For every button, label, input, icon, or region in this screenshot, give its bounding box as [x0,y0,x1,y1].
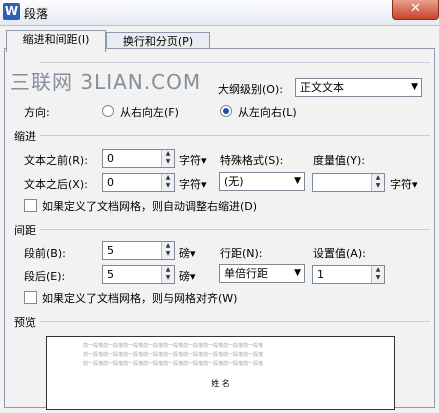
indent-section-title: 缩进 [14,130,36,143]
setting-value-input[interactable]: 1 ▲ ▼ [312,265,385,284]
spin-arrows-icon[interactable]: ▲ ▼ [161,242,174,259]
spacing-section-line [40,229,430,230]
space-after-input[interactable]: 5 ▲ ▼ [102,265,175,284]
general-section-line [40,62,430,63]
indent-after-value: 0 [107,176,114,189]
indent-after-unit[interactable]: 字符▾ [179,176,207,192]
title-bar: W 段落 ✕ [0,0,439,26]
preview-section-line [40,321,430,322]
indent-before-unit[interactable]: 字符▾ [179,152,207,168]
special-format-value: (无) [224,175,244,188]
setting-value: 1 [317,268,324,281]
line-spacing-select[interactable]: 单倍行距 ▼ [219,264,305,283]
ltr-radio-label: 从左向右(L) [238,106,297,119]
indent-after-label: 文本之后(X): [24,178,88,191]
space-before-input[interactable]: 5 ▲ ▼ [102,241,175,260]
space-after-value: 5 [107,268,114,281]
rtl-radio-label: 从右向左(F) [120,106,179,119]
window-title: 段落 [24,7,49,21]
space-after-label: 段后(E): [24,270,66,283]
setting-value-label: 设置值(A): [313,247,366,260]
spacing-section-title: 间距 [14,224,36,237]
outline-level-select[interactable]: 正文文本 ▼ [295,78,422,97]
watermark-text: 三联网 3LIAN.COM [10,70,202,94]
measure-unit[interactable]: 字符▾ [390,176,418,192]
indent-section-line [40,135,430,136]
rtl-radio[interactable] [102,105,114,117]
spin-arrows-icon[interactable]: ▲ ▼ [161,174,174,191]
outline-level-label: 大纲级别(O): [218,83,283,96]
preview-sample-line: 前一段落前一段落前一段落前一段落前一段落前一段落前一段落前一段落前一段落 [83,352,264,358]
auto-right-indent-checkbox[interactable] [24,199,37,212]
ltr-radio[interactable] [220,105,232,117]
line-spacing-value: 单倍行距 [224,267,268,280]
snap-to-grid-label: 如果定义了文档网格，则与网格对齐(W) [42,292,238,305]
indent-before-input[interactable]: 0 ▲ ▼ [102,149,175,168]
spin-arrows-icon[interactable]: ▲ ▼ [161,266,174,283]
spin-arrows-icon[interactable]: ▲ ▼ [371,266,384,283]
indent-before-value: 0 [107,152,114,165]
chevron-down-icon: ▼ [294,176,301,186]
preview-box: 前一段落前一段落前一段落前一段落前一段落前一段落前一段落前一段落前一段落 前一段… [46,336,395,410]
special-format-select[interactable]: (无) ▼ [219,172,305,191]
chevron-down-icon: ▼ [294,268,301,278]
close-button[interactable]: ✕ [392,0,439,20]
special-format-label: 特殊格式(S): [220,154,284,167]
chevron-down-icon: ▼ [411,82,418,92]
preview-sample-line: 前一段落前一段落前一段落前一段落前一段落前一段落前一段落前一段落前一段落 [83,343,264,349]
direction-label: 方向: [24,106,50,119]
line-spacing-label: 行距(N): [220,247,263,260]
measure-input[interactable]: ▲ ▼ [312,173,385,192]
indent-before-label: 文本之前(R): [24,154,88,167]
preview-section-title: 预览 [14,316,36,329]
space-before-label: 段前(B): [24,247,66,260]
measure-label: 度量值(Y): [313,154,366,167]
space-before-unit[interactable]: 磅▾ [179,245,196,261]
wps-writer-icon: W [3,3,20,20]
indent-after-input[interactable]: 0 ▲ ▼ [102,173,175,192]
spin-arrows-icon[interactable]: ▲ ▼ [161,150,174,167]
preview-sample-line: 前一段落前一段落前一段落前一段落前一段落前一段落前一段落前一段落前一段落 [83,361,264,367]
preview-current-paragraph: 姓 名 [211,379,230,388]
tab-indent-spacing[interactable]: 缩进和间距(I) [6,30,106,52]
space-before-value: 5 [107,244,114,257]
spin-arrows-icon[interactable]: ▲ ▼ [371,174,384,191]
auto-right-indent-label: 如果定义了文档网格，则自动调整右缩进(D) [42,200,258,213]
snap-to-grid-checkbox[interactable] [24,291,37,304]
space-after-unit[interactable]: 磅▾ [179,268,196,284]
outline-level-value: 正文文本 [300,81,344,94]
